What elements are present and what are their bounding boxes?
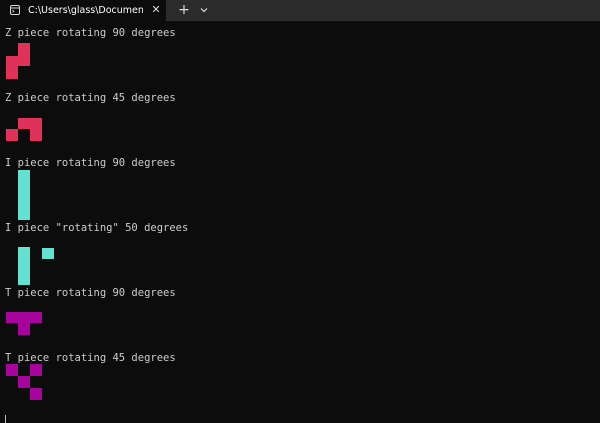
t-piece-block bbox=[30, 364, 42, 376]
output-line: I piece rotating 90 degrees bbox=[5, 157, 176, 169]
t-piece-block bbox=[6, 312, 42, 323]
i-piece-block bbox=[42, 248, 54, 259]
output-line: Z piece rotating 90 degrees bbox=[5, 27, 176, 39]
output-line: T piece rotating 90 degrees bbox=[5, 287, 176, 299]
chevron-down-icon[interactable] bbox=[197, 3, 211, 17]
new-tab-button[interactable]: + bbox=[176, 2, 192, 18]
tab-bar: C:\Users\glass\Documents\Re ✕ + bbox=[0, 0, 600, 21]
i-piece-90 bbox=[18, 170, 30, 220]
terminal-tab[interactable]: C:\Users\glass\Documents\Re ✕ bbox=[0, 0, 166, 21]
tab-title: C:\Users\glass\Documents\Re bbox=[28, 5, 143, 16]
z-piece-block bbox=[6, 129, 18, 141]
close-icon[interactable]: ✕ bbox=[149, 3, 163, 17]
output-line: Z piece rotating 45 degrees bbox=[5, 92, 176, 104]
i-piece-block bbox=[18, 247, 30, 285]
text-cursor bbox=[5, 415, 6, 423]
t-piece-block bbox=[6, 364, 18, 376]
terminal-window: C:\Users\glass\Documents\Re ✕ + Z piece … bbox=[0, 0, 600, 423]
t-piece-block bbox=[18, 376, 30, 388]
console-output[interactable]: Z piece rotating 90 degrees Z piece rota… bbox=[0, 21, 600, 423]
z-piece-block bbox=[18, 118, 42, 129]
t-piece-block bbox=[18, 323, 30, 335]
output-line: I piece "rotating" 50 degrees bbox=[5, 222, 189, 234]
z-piece-block bbox=[30, 129, 42, 141]
t-piece-block bbox=[30, 388, 42, 400]
z-piece-block bbox=[6, 56, 18, 79]
terminal-icon bbox=[10, 5, 20, 15]
